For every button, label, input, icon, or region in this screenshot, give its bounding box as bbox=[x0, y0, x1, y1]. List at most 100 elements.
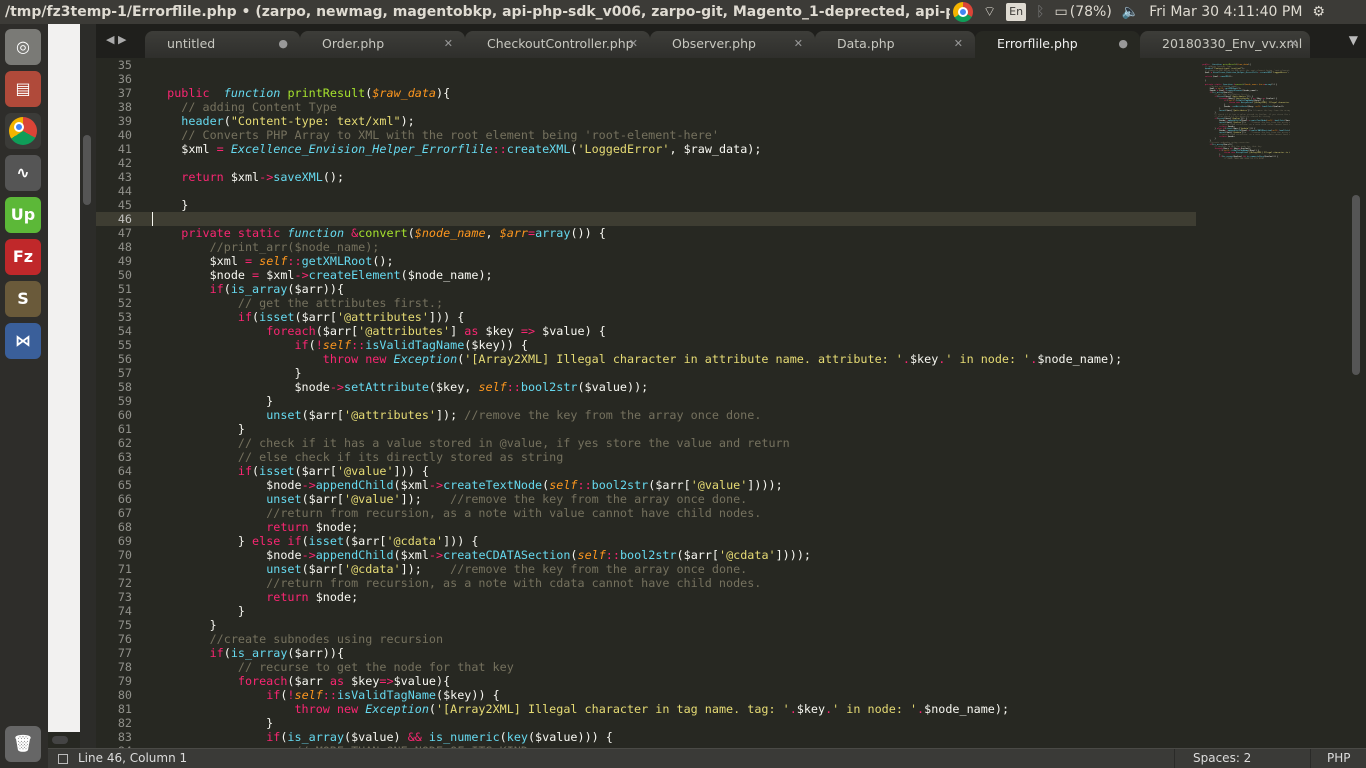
code-line[interactable]: 59 } bbox=[96, 394, 1196, 408]
modified-dot-icon[interactable]: ● bbox=[1118, 31, 1128, 57]
code-line[interactable]: 50 $node = $xml->createElement($node_nam… bbox=[96, 268, 1196, 282]
code-line[interactable]: 82 } bbox=[96, 716, 1196, 730]
volume-icon[interactable]: 🔈 bbox=[1122, 0, 1139, 24]
code-line[interactable]: 60 unset($arr['@attributes']); //remove … bbox=[96, 408, 1196, 422]
chrome-launcher-icon[interactable] bbox=[5, 113, 41, 149]
code-line[interactable]: 43 return $xml->saveXML(); bbox=[96, 170, 1196, 184]
code-line[interactable]: 56 throw new Exception('[Array2XML] Ille… bbox=[96, 352, 1196, 366]
keyboard-icon[interactable]: En bbox=[1006, 3, 1027, 21]
code-line[interactable]: 68 return $node; bbox=[96, 520, 1196, 534]
tab[interactable]: untitled ● bbox=[145, 31, 300, 58]
code-line[interactable]: 69 } else if(isset($arr['@cdata'])) { bbox=[96, 534, 1196, 548]
line-number: 44 bbox=[117, 184, 132, 198]
code-line[interactable]: 62 // check if it has a value stored in … bbox=[96, 436, 1196, 450]
code-line[interactable]: 71 unset($arr['@cdata']); //remove the k… bbox=[96, 562, 1196, 576]
code-line[interactable]: 63 // else check if its directly stored … bbox=[96, 450, 1196, 464]
system-monitor-icon[interactable]: ∿ bbox=[5, 155, 41, 191]
code-line[interactable]: 66 unset($arr['@value']); //remove the k… bbox=[96, 492, 1196, 506]
line-number: 79 bbox=[117, 674, 132, 688]
files-icon[interactable]: ▤ bbox=[5, 71, 41, 107]
tab-dropdown-icon[interactable]: ▼ bbox=[1349, 33, 1358, 47]
filezilla-icon[interactable]: Fz bbox=[5, 239, 41, 275]
code-line[interactable]: 46 bbox=[96, 212, 1196, 226]
bluetooth-icon[interactable]: ᛒ bbox=[1036, 0, 1044, 24]
code-line[interactable]: 49 $xml = self::getXMLRoot(); bbox=[96, 254, 1196, 268]
code-token: ($arr[ bbox=[301, 562, 345, 576]
code-line[interactable]: 35 bbox=[96, 58, 1196, 72]
code-line[interactable]: 40 // Converts PHP Array to XML with the… bbox=[96, 128, 1196, 142]
code-line[interactable]: 65 $node->appendChild($xml->createTextNo… bbox=[96, 478, 1196, 492]
minimap[interactable]: public function printResult($raw_data){ … bbox=[1200, 60, 1290, 360]
code-line[interactable]: 61 } bbox=[96, 422, 1196, 436]
code-line[interactable]: 72 //return from recursion, as a note wi… bbox=[96, 576, 1196, 590]
code-line[interactable]: 80 if(!self::isValidTagName($key)) { bbox=[96, 688, 1196, 702]
code-line[interactable]: 41 $xml = Excellence_Envision_Helper_Err… bbox=[96, 142, 1196, 156]
vertical-scrollbar[interactable] bbox=[1352, 195, 1360, 375]
code-line[interactable]: 37 public function printResult($raw_data… bbox=[96, 86, 1196, 100]
code-line[interactable]: 74 } bbox=[96, 604, 1196, 618]
code-line[interactable]: 44 bbox=[96, 184, 1196, 198]
upwork-icon[interactable]: Up bbox=[5, 197, 41, 233]
code-line[interactable]: 75 } bbox=[96, 618, 1196, 632]
power-icon[interactable]: ⚙ bbox=[1312, 0, 1325, 24]
code-line[interactable]: 38 // adding Content Type bbox=[96, 100, 1196, 114]
code-token: (); bbox=[372, 254, 394, 268]
code-line[interactable]: 53 if(isset($arr['@attributes'])) { bbox=[96, 310, 1196, 324]
code-token: $node_name bbox=[414, 226, 486, 240]
sublime-text-icon[interactable]: S bbox=[5, 281, 41, 317]
close-icon[interactable]: ✕ bbox=[629, 31, 638, 57]
battery-level[interactable]: (78%) bbox=[1070, 0, 1112, 24]
close-icon[interactable]: ✕ bbox=[444, 31, 453, 57]
code-line[interactable]: 39 header("Content-type: text/xml"); bbox=[96, 114, 1196, 128]
tab[interactable]: Order.php ✕ bbox=[300, 31, 465, 58]
clock[interactable]: Fri Mar 30 4:11:40 PM bbox=[1149, 0, 1302, 24]
indentation-selector[interactable]: Spaces: 2 bbox=[1174, 749, 1310, 768]
code-line[interactable]: 45 } bbox=[96, 198, 1196, 212]
code-line[interactable]: 36 bbox=[96, 72, 1196, 86]
code-line[interactable]: 52 // get the attributes first.; bbox=[96, 296, 1196, 310]
status-bar: Line 46, Column 1 Spaces: 2 PHP bbox=[48, 748, 1366, 768]
code-line[interactable]: 76 //create subnodes using recursion bbox=[96, 632, 1196, 646]
tab[interactable]: Errorflile.php ● bbox=[975, 31, 1140, 58]
code-line[interactable]: 81 throw new Exception('[Array2XML] Ille… bbox=[96, 702, 1196, 716]
tab[interactable]: CheckoutController.php ✕ bbox=[465, 31, 650, 58]
code-editor[interactable]: 35 36 37 public function printResult($raw_… bbox=[96, 58, 1366, 748]
code-line[interactable]: 70 $node->appendChild($xml->createCDATAS… bbox=[96, 548, 1196, 562]
battery-icon[interactable]: ▭ bbox=[1055, 0, 1068, 24]
code-line[interactable]: 79 foreach($arr as $key=>$value){ bbox=[96, 674, 1196, 688]
tab[interactable]: Data.php ✕ bbox=[815, 31, 975, 58]
code-line[interactable]: 58 $node->setAttribute($key, self::bool2… bbox=[96, 380, 1196, 394]
code-line[interactable]: 83 if(is_array($value) && is_numeric(key… bbox=[96, 730, 1196, 744]
tab-nav-arrows[interactable]: ◀ ▶ bbox=[106, 33, 126, 46]
syntax-selector[interactable]: PHP bbox=[1310, 749, 1366, 768]
code-line[interactable]: 77 if(is_array($arr)){ bbox=[96, 646, 1196, 660]
code-token: } bbox=[153, 394, 274, 408]
code-line[interactable]: 67 //return from recursion, as a note wi… bbox=[96, 506, 1196, 520]
code-line[interactable]: 73 return $node; bbox=[96, 590, 1196, 604]
vscode-icon[interactable]: ⋈ bbox=[5, 323, 41, 359]
code-line[interactable]: 48 //print_arr($node_name); bbox=[96, 240, 1196, 254]
code-line[interactable]: 42 bbox=[96, 156, 1196, 170]
tab[interactable]: 20180330_Env_vv.xml ✕ bbox=[1140, 31, 1310, 58]
code-line[interactable]: 64 if(isset($arr['@value'])) { bbox=[96, 464, 1196, 478]
code-line[interactable]: 55 if(!self::isValidTagName($key)) { bbox=[96, 338, 1196, 352]
horizontal-scrollbar[interactable] bbox=[52, 736, 68, 744]
code-line[interactable]: 57 } bbox=[96, 366, 1196, 380]
code-token: //remove the key from the array once don… bbox=[464, 408, 762, 422]
close-icon[interactable]: ✕ bbox=[794, 31, 803, 57]
code-line[interactable]: 78 // recurse to get the node for that k… bbox=[96, 660, 1196, 674]
chrome-icon[interactable] bbox=[953, 2, 973, 22]
trash-icon[interactable]: 🗑 bbox=[5, 726, 41, 762]
left-scrollbar[interactable] bbox=[83, 135, 91, 205]
wifi-icon[interactable]: ⌔ bbox=[983, 0, 996, 24]
modified-dot-icon[interactable]: ● bbox=[278, 31, 288, 57]
panel-toggle-icon[interactable] bbox=[58, 754, 68, 764]
code-line[interactable]: 54 foreach($arr['@attributes'] as $key =… bbox=[96, 324, 1196, 338]
code-line[interactable]: 51 if(is_array($arr)){ bbox=[96, 282, 1196, 296]
ubuntu-dash-icon[interactable]: ◎ bbox=[5, 29, 41, 65]
code-line[interactable]: 47 private static function &convert($nod… bbox=[96, 226, 1196, 240]
close-icon[interactable]: ✕ bbox=[954, 31, 963, 57]
tab[interactable]: Observer.php ✕ bbox=[650, 31, 815, 58]
close-icon[interactable]: ✕ bbox=[1289, 31, 1298, 57]
